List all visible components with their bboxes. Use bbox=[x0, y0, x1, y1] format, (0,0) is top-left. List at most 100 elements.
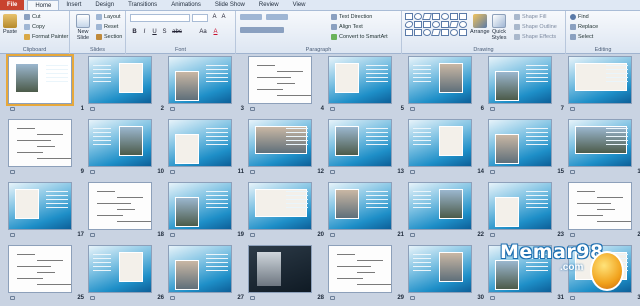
shape-item[interactable] bbox=[414, 21, 422, 28]
slide-thumbnail[interactable]: 10 bbox=[88, 119, 166, 179]
shapes-gallery[interactable] bbox=[404, 13, 467, 36]
cut-button[interactable]: Cut bbox=[24, 14, 41, 20]
slide-preview[interactable] bbox=[6, 54, 74, 106]
bullets-button[interactable] bbox=[240, 14, 262, 20]
shape-outline-button[interactable]: Shape Outline bbox=[514, 24, 557, 30]
slide-thumbnail[interactable]: 7 bbox=[488, 56, 566, 116]
tab-file[interactable]: File bbox=[0, 0, 25, 10]
slide-thumbnail[interactable]: 11 bbox=[168, 119, 246, 179]
shape-item[interactable] bbox=[450, 13, 458, 20]
slide-thumbnail[interactable]: 9 bbox=[8, 119, 86, 179]
find-button[interactable]: Find bbox=[570, 14, 589, 20]
transition-icon[interactable] bbox=[170, 107, 175, 111]
slide-preview[interactable] bbox=[488, 119, 552, 167]
slide-preview[interactable] bbox=[408, 56, 472, 104]
change-case-button[interactable]: Aa bbox=[198, 29, 208, 36]
slide-preview[interactable] bbox=[8, 245, 72, 293]
slide-preview[interactable] bbox=[168, 245, 232, 293]
slide-thumbnail[interactable]: 8 bbox=[568, 56, 640, 116]
transition-icon[interactable] bbox=[250, 296, 255, 300]
slide-thumbnail[interactable]: 3 bbox=[168, 56, 246, 116]
transition-icon[interactable] bbox=[410, 107, 415, 111]
tab-view[interactable]: View bbox=[286, 0, 313, 10]
transition-icon[interactable] bbox=[170, 170, 175, 174]
slide-thumbnail[interactable]: 21 bbox=[328, 182, 406, 242]
transition-icon[interactable] bbox=[490, 107, 495, 111]
arrange-button[interactable]: Arrange bbox=[470, 14, 490, 35]
shape-item[interactable] bbox=[441, 29, 449, 36]
slide-thumbnail[interactable]: 25 bbox=[8, 245, 86, 305]
shape-item[interactable] bbox=[441, 13, 449, 20]
slide-thumbnail[interactable]: 12 bbox=[248, 119, 326, 179]
slide-preview[interactable] bbox=[408, 182, 472, 230]
shape-item[interactable] bbox=[404, 21, 414, 28]
transition-icon[interactable] bbox=[10, 233, 15, 237]
transition-icon[interactable] bbox=[330, 296, 335, 300]
quick-styles-button[interactable]: Quick Styles bbox=[490, 14, 508, 41]
tab-insert[interactable]: Insert bbox=[59, 0, 88, 10]
numbering-button[interactable] bbox=[266, 14, 288, 20]
shape-item[interactable] bbox=[459, 29, 467, 36]
tab-transitions[interactable]: Transitions bbox=[121, 0, 164, 10]
shape-item[interactable] bbox=[449, 21, 459, 28]
slide-thumbnail[interactable]: 28 bbox=[248, 245, 326, 305]
slide-preview[interactable] bbox=[168, 182, 232, 230]
slide-preview[interactable] bbox=[168, 56, 232, 104]
slide-preview[interactable] bbox=[8, 119, 72, 167]
transition-icon[interactable] bbox=[410, 170, 415, 174]
align-buttons[interactable] bbox=[240, 27, 284, 33]
transition-icon[interactable] bbox=[170, 233, 175, 237]
paste-button[interactable]: Paste bbox=[3, 14, 17, 35]
slide-preview[interactable] bbox=[488, 56, 552, 104]
bold-button[interactable]: B bbox=[131, 29, 138, 36]
slide-preview[interactable] bbox=[328, 56, 392, 104]
slide-thumbnail[interactable]: 2 bbox=[88, 56, 166, 116]
slide-thumbnail[interactable]: 29 bbox=[328, 245, 406, 305]
shape-item[interactable] bbox=[405, 13, 413, 20]
slide-thumbnail[interactable]: 24 bbox=[568, 182, 640, 242]
slide-preview[interactable] bbox=[248, 182, 312, 230]
transition-icon[interactable] bbox=[170, 296, 175, 300]
slide-thumbnail[interactable]: 30 bbox=[408, 245, 486, 305]
slide-preview[interactable] bbox=[328, 119, 392, 167]
slide-preview[interactable] bbox=[88, 119, 152, 167]
shape-item[interactable] bbox=[459, 13, 467, 20]
slide-preview[interactable] bbox=[88, 182, 152, 230]
shape-item[interactable] bbox=[423, 29, 431, 36]
shape-item[interactable] bbox=[405, 29, 413, 36]
slide-thumbnail[interactable]: 16 bbox=[568, 119, 640, 179]
grow-font-button[interactable]: A bbox=[211, 14, 218, 21]
shape-item[interactable] bbox=[441, 21, 449, 28]
tab-design[interactable]: Design bbox=[88, 0, 121, 10]
transition-icon[interactable] bbox=[250, 170, 255, 174]
slide-preview[interactable] bbox=[328, 245, 392, 293]
strikethrough-button[interactable]: abc bbox=[171, 29, 183, 36]
shape-item[interactable] bbox=[432, 21, 440, 28]
transition-icon[interactable] bbox=[410, 233, 415, 237]
shape-item[interactable] bbox=[414, 13, 422, 20]
slide-preview[interactable] bbox=[8, 182, 72, 230]
slide-preview[interactable] bbox=[248, 56, 312, 104]
shape-item[interactable] bbox=[414, 29, 422, 36]
transition-icon[interactable] bbox=[90, 296, 95, 300]
slide-preview[interactable] bbox=[248, 245, 312, 293]
font-color-button[interactable]: A bbox=[212, 29, 219, 36]
transition-icon[interactable] bbox=[410, 296, 415, 300]
slide-preview[interactable] bbox=[88, 245, 152, 293]
copy-button[interactable]: Copy bbox=[24, 24, 45, 30]
slide-preview[interactable] bbox=[488, 182, 552, 230]
shape-item[interactable] bbox=[431, 29, 441, 36]
shape-item[interactable] bbox=[432, 13, 440, 20]
shape-item[interactable] bbox=[423, 21, 431, 28]
slide-preview[interactable] bbox=[168, 119, 232, 167]
transition-icon[interactable] bbox=[10, 296, 15, 300]
font-name-field[interactable] bbox=[130, 14, 190, 22]
slide-preview[interactable] bbox=[328, 182, 392, 230]
replace-button[interactable]: Replace bbox=[570, 24, 598, 30]
layout-button[interactable]: Layout bbox=[96, 14, 121, 20]
slide-thumbnail[interactable]: 6 bbox=[408, 56, 486, 116]
slide-thumbnail[interactable]: 15 bbox=[488, 119, 566, 179]
transition-icon[interactable] bbox=[330, 233, 335, 237]
slide-thumbnail[interactable]: 4 bbox=[248, 56, 326, 116]
slide-thumbnail[interactable]: 27 bbox=[168, 245, 246, 305]
